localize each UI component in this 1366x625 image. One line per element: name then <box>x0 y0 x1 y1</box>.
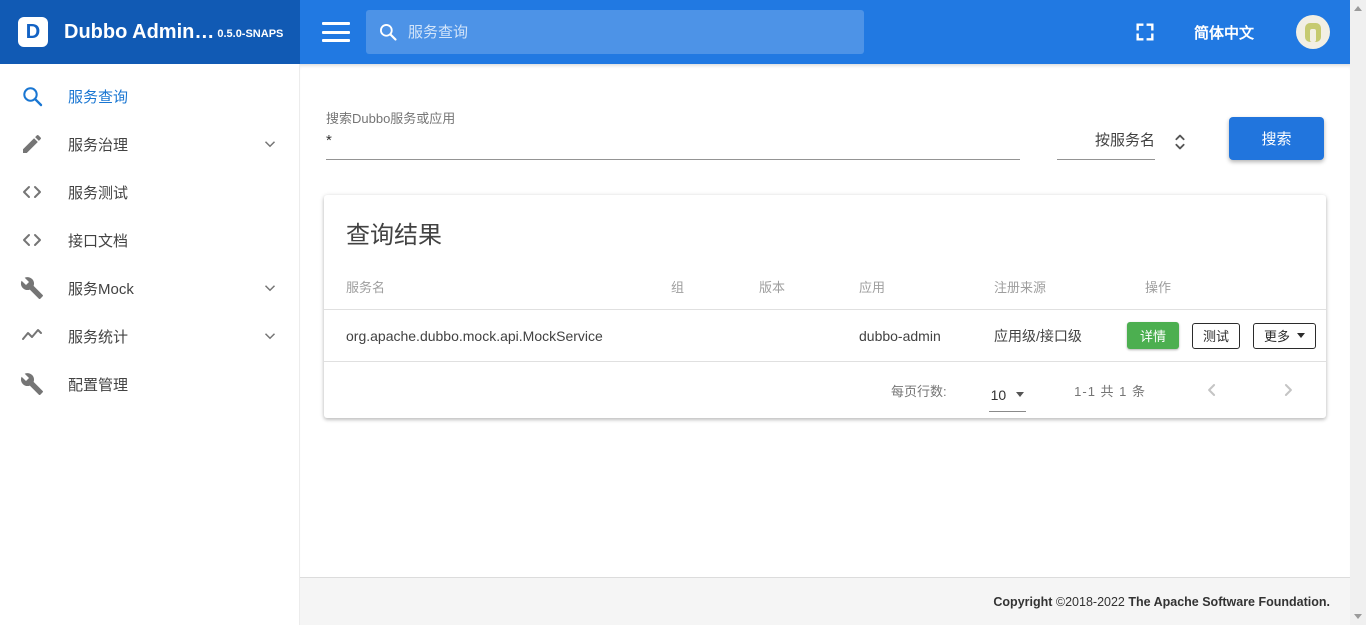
service-search-field[interactable]: 搜索Dubbo服务或应用 <box>326 108 1020 160</box>
search-icon <box>20 84 44 108</box>
results-title: 查询结果 <box>324 195 1326 264</box>
scroll-down-arrow-icon[interactable] <box>1354 614 1362 619</box>
app-bar: D Dubbo Admin… 0.5.0-SNAPS 简体中文 <box>0 0 1350 64</box>
fullscreen-icon[interactable] <box>1134 21 1156 43</box>
brand-area: D Dubbo Admin… 0.5.0-SNAPS <box>0 0 300 64</box>
app-bar-right: 简体中文 <box>300 0 1350 64</box>
service-search-input[interactable] <box>326 132 1020 149</box>
footer: Copyright ©2018-2022 The Apache Software… <box>300 577 1350 625</box>
copyright-prefix: Copyright <box>993 595 1056 609</box>
rows-per-page-select[interactable]: 10 <box>989 385 1027 412</box>
search-button[interactable]: 搜索 <box>1229 117 1324 160</box>
sidebar-item-service-test[interactable]: 服务测试 <box>0 168 299 216</box>
pencil-icon <box>20 132 44 156</box>
copyright-years: ©2018-2022 <box>1056 595 1128 609</box>
sidebar-item-label: 服务统计 <box>68 326 128 347</box>
sidebar-item-label: 服务治理 <box>68 134 128 155</box>
col-header-application: 应用 <box>859 277 994 296</box>
avatar[interactable] <box>1296 15 1330 49</box>
app-title: Dubbo Admin… <box>64 21 214 44</box>
chevron-right-icon <box>1278 380 1298 400</box>
app-version: 0.5.0-SNAPS <box>217 28 283 40</box>
sidebar-item-label: 接口文档 <box>68 230 128 251</box>
rows-per-page-value: 10 <box>991 387 1007 403</box>
page-scrollbar[interactable] <box>1350 0 1366 625</box>
caret-down-icon <box>1297 333 1305 338</box>
cell-application: dubbo-admin <box>859 328 994 344</box>
code-icon <box>20 180 44 204</box>
table-row: org.apache.dubbo.mock.api.MockService du… <box>324 310 1326 362</box>
sidebar: 服务查询 服务治理 服务测试 接口文档 服务Mock <box>0 64 300 625</box>
col-header-group: 组 <box>671 277 759 296</box>
chevron-down-icon <box>261 327 279 345</box>
pagination: 每页行数: 10 1-1 共 1 条 <box>324 362 1326 418</box>
sidebar-item-config-management[interactable]: 配置管理 <box>0 360 299 408</box>
col-header-service: 服务名 <box>346 277 671 296</box>
sidebar-item-service-governance[interactable]: 服务治理 <box>0 120 299 168</box>
results-card: 查询结果 服务名 组 版本 应用 注册来源 操作 org.apache.dubb… <box>324 195 1326 418</box>
scroll-up-arrow-icon[interactable] <box>1354 6 1362 11</box>
sidebar-item-label: 服务查询 <box>68 86 128 107</box>
search-filter-select[interactable]: 按服务名 <box>1057 129 1155 160</box>
more-button[interactable]: 更多 <box>1253 323 1316 349</box>
detail-button[interactable]: 详情 <box>1127 322 1179 349</box>
next-page-button[interactable] <box>1278 380 1298 400</box>
sidebar-item-label: 服务Mock <box>68 278 134 299</box>
cell-operations: 详情 测试 更多 <box>1127 322 1316 349</box>
chevron-down-icon <box>261 279 279 297</box>
dubbo-logo-icon: D <box>18 17 48 47</box>
pagination-range: 1-1 共 1 条 <box>1074 381 1146 400</box>
service-search-form: 搜索Dubbo服务或应用 按服务名 搜索 <box>326 108 1324 160</box>
col-header-operations: 操作 <box>1145 277 1304 296</box>
global-search-input[interactable] <box>408 24 852 41</box>
caret-down-icon <box>1016 392 1024 397</box>
sidebar-item-service-mock[interactable]: 服务Mock <box>0 264 299 312</box>
col-header-registry-source: 注册来源 <box>994 277 1145 296</box>
col-header-version: 版本 <box>759 277 859 296</box>
chart-line-icon <box>20 324 44 348</box>
wrench-icon <box>20 372 44 396</box>
wrench-icon <box>20 276 44 300</box>
copyright-owner: The Apache Software Foundation. <box>1128 595 1330 609</box>
sidebar-item-service-statistics[interactable]: 服务统计 <box>0 312 299 360</box>
sidebar-item-service-search[interactable]: 服务查询 <box>0 72 299 120</box>
sidebar-item-label: 配置管理 <box>68 374 128 395</box>
test-button[interactable]: 测试 <box>1192 323 1240 349</box>
cell-registry-source: 应用级/接口级 <box>994 326 1145 346</box>
code-icon <box>20 228 44 252</box>
prev-page-button[interactable] <box>1202 380 1222 400</box>
chevron-down-icon <box>261 135 279 153</box>
service-search-label: 搜索Dubbo服务或应用 <box>326 108 1020 127</box>
unfold-more-icon[interactable] <box>1169 130 1191 154</box>
avatar-glyph-icon <box>1305 23 1321 42</box>
cell-service-name: org.apache.dubbo.mock.api.MockService <box>346 328 671 344</box>
global-search-box[interactable] <box>366 10 864 54</box>
sidebar-item-label: 服务测试 <box>68 182 128 203</box>
more-button-label: 更多 <box>1264 326 1290 345</box>
sidebar-item-api-docs[interactable]: 接口文档 <box>0 216 299 264</box>
main-content: 搜索Dubbo服务或应用 按服务名 搜索 查询结果 服务名 组 版本 应用 注册… <box>300 64 1350 577</box>
rows-per-page-label: 每页行数: <box>891 381 947 400</box>
chevron-left-icon <box>1202 380 1222 400</box>
menu-icon[interactable] <box>322 22 350 42</box>
language-switch[interactable]: 简体中文 <box>1194 22 1254 43</box>
results-table-header: 服务名 组 版本 应用 注册来源 操作 <box>324 264 1326 310</box>
search-icon <box>378 22 398 42</box>
